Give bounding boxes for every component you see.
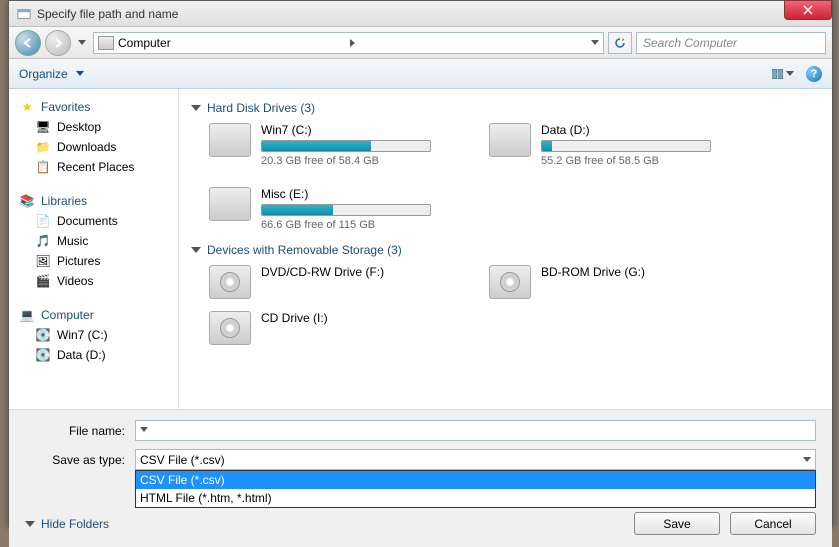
- sidebar-item-drive-d[interactable]: 💽Data (D:): [9, 345, 178, 365]
- drive-item[interactable]: CD Drive (I:): [209, 311, 469, 345]
- sidebar-group-libraries[interactable]: 📚 Libraries: [9, 191, 178, 211]
- cd-icon: [209, 311, 251, 345]
- app-icon: [17, 7, 31, 21]
- chevron-down-icon: [786, 71, 794, 76]
- content-pane: Hard Disk Drives (3) Win7 (C:) 20.3 GB f…: [179, 89, 832, 409]
- saveas-combo[interactable]: CSV File (*.csv) CSV File (*.csv) HTML F…: [135, 449, 816, 470]
- usage-bar: [541, 140, 711, 152]
- computer-icon: [98, 36, 114, 50]
- save-dialog-window: Specify file path and name Computer Sear…: [8, 0, 833, 527]
- sidebar-item-documents[interactable]: 📄Documents: [9, 211, 178, 231]
- chevron-down-icon[interactable]: [803, 457, 811, 462]
- help-button[interactable]: ?: [806, 66, 822, 82]
- caret-up-icon: [25, 521, 35, 527]
- filename-label: File name:: [25, 424, 135, 438]
- usage-bar: [261, 204, 431, 216]
- sidebar-item-desktop[interactable]: 🖥Desktop: [9, 117, 178, 137]
- sidebar-group-computer[interactable]: 💻 Computer: [9, 305, 178, 325]
- nav-history-dropdown[interactable]: [75, 33, 89, 53]
- section-removable-header[interactable]: Devices with Removable Storage (3): [191, 243, 820, 257]
- hdd-icon: [209, 123, 251, 157]
- section-hdd-header[interactable]: Hard Disk Drives (3): [191, 101, 820, 115]
- folder-icon: 📁: [35, 139, 51, 155]
- chevron-right-icon[interactable]: [350, 39, 355, 47]
- drive-item[interactable]: BD-ROM Drive (G:): [489, 265, 749, 299]
- collapse-icon: [191, 247, 201, 253]
- address-bar[interactable]: Computer: [93, 32, 604, 54]
- hdd-icon: [209, 187, 251, 221]
- forward-button[interactable]: [45, 30, 71, 56]
- arrow-left-icon: [22, 37, 34, 49]
- drive-item[interactable]: Win7 (C:) 20.3 GB free of 58.4 GB: [209, 123, 469, 167]
- chevron-down-icon[interactable]: [140, 427, 148, 432]
- sidebar-item-drive-c[interactable]: 💽Win7 (C:): [9, 325, 178, 345]
- view-icon: [772, 67, 784, 81]
- hide-folders-button[interactable]: Hide Folders: [25, 517, 109, 531]
- cancel-button[interactable]: Cancel: [730, 512, 816, 535]
- desktop-icon: 🖥: [35, 119, 51, 135]
- star-icon: ★: [19, 99, 35, 115]
- close-button[interactable]: [784, 0, 832, 20]
- drive-icon: 💽: [35, 347, 51, 363]
- titlebar: Specify file path and name: [9, 1, 832, 27]
- save-button[interactable]: Save: [634, 512, 720, 535]
- sidebar: ★ Favorites 🖥Desktop 📁Downloads 📋Recent …: [9, 89, 179, 409]
- music-icon: 🎵: [35, 233, 51, 249]
- sidebar-item-pictures[interactable]: 🖼Pictures: [9, 251, 178, 271]
- arrow-right-icon: [52, 37, 64, 49]
- nav-bar: Computer Search Computer: [9, 27, 832, 59]
- videos-icon: 🎬: [35, 273, 51, 289]
- dropdown-option-html[interactable]: HTML File (*.htm, *.html): [136, 489, 815, 507]
- sidebar-item-music[interactable]: 🎵Music: [9, 231, 178, 251]
- refresh-icon: [614, 37, 626, 49]
- drive-icon: 💽: [35, 327, 51, 343]
- chevron-down-icon: [78, 40, 86, 45]
- window-title: Specify file path and name: [37, 7, 178, 21]
- saveas-label: Save as type:: [25, 453, 135, 467]
- sidebar-item-recent[interactable]: 📋Recent Places: [9, 157, 178, 177]
- refresh-button[interactable]: [608, 32, 632, 54]
- sidebar-item-downloads[interactable]: 📁Downloads: [9, 137, 178, 157]
- filename-input[interactable]: [135, 420, 816, 441]
- bdrom-icon: [489, 265, 531, 299]
- drive-item[interactable]: DVD/CD-RW Drive (F:): [209, 265, 469, 299]
- search-input[interactable]: Search Computer: [636, 32, 826, 54]
- sidebar-item-videos[interactable]: 🎬Videos: [9, 271, 178, 291]
- organize-menu[interactable]: Organize: [19, 67, 84, 81]
- libraries-icon: 📚: [19, 193, 35, 209]
- toolbar: Organize ?: [9, 59, 832, 89]
- dropdown-option-csv[interactable]: CSV File (*.csv): [136, 471, 815, 489]
- close-icon: [803, 5, 813, 15]
- hdd-icon: [489, 123, 531, 157]
- back-button[interactable]: [15, 30, 41, 56]
- dvd-icon: [209, 265, 251, 299]
- view-options-button[interactable]: [772, 65, 794, 83]
- drive-item[interactable]: Data (D:) 55.2 GB free of 58.5 GB: [489, 123, 749, 167]
- body-area: ★ Favorites 🖥Desktop 📁Downloads 📋Recent …: [9, 89, 832, 409]
- sidebar-group-favorites[interactable]: ★ Favorites: [9, 97, 178, 117]
- collapse-icon: [191, 105, 201, 111]
- search-placeholder: Search Computer: [643, 36, 737, 50]
- recent-icon: 📋: [35, 159, 51, 175]
- address-dropdown-icon[interactable]: [591, 40, 599, 45]
- saveas-dropdown: CSV File (*.csv) HTML File (*.htm, *.htm…: [135, 470, 816, 508]
- drive-item[interactable]: Misc (E:) 66.6 GB free of 115 GB: [209, 187, 469, 231]
- computer-icon: 💻: [19, 307, 35, 323]
- documents-icon: 📄: [35, 213, 51, 229]
- chevron-down-icon: [76, 71, 84, 76]
- breadcrumb-root[interactable]: Computer: [118, 36, 346, 50]
- usage-bar: [261, 140, 431, 152]
- footer: File name: Save as type: CSV File (*.csv…: [9, 409, 832, 547]
- pictures-icon: 🖼: [35, 253, 51, 269]
